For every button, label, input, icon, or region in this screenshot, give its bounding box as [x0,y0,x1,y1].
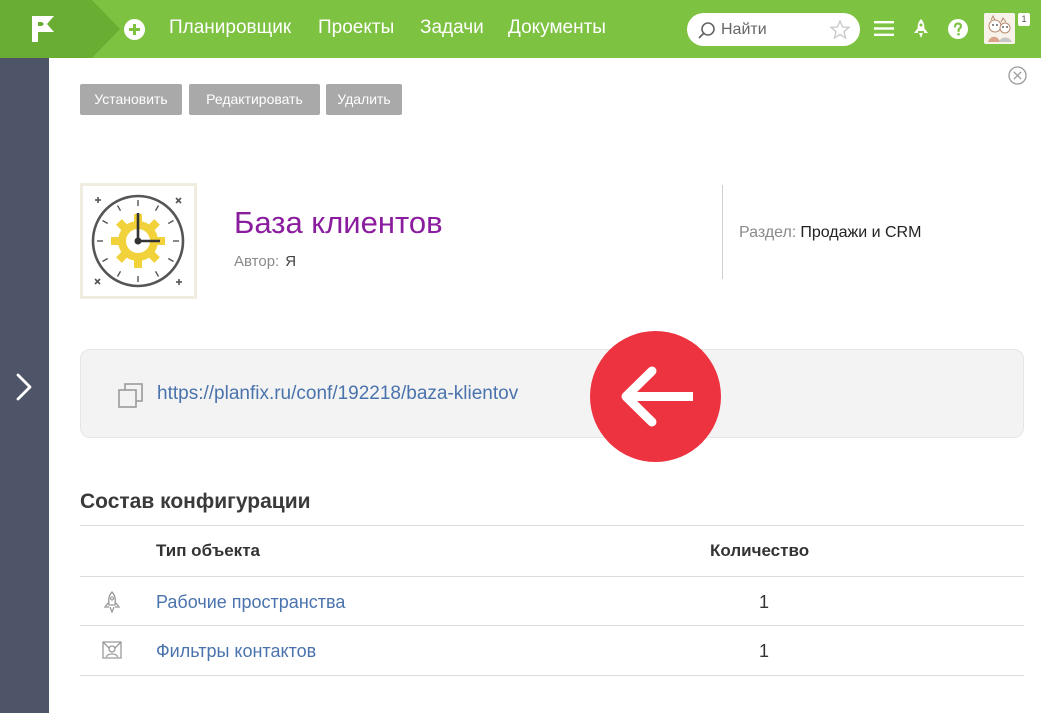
column-header-count: Количество [710,541,810,560]
author-value: Я [285,253,297,270]
row-name-link[interactable]: Фильтры контактов [156,641,316,662]
notification-badge: 1 [1018,13,1030,26]
nav-item-projects[interactable]: Проекты [318,17,394,39]
close-icon[interactable] [1008,66,1027,85]
nav-item-tasks[interactable]: Задачи [420,17,484,39]
divider [80,675,1024,676]
divider [80,525,1024,526]
author-info: Автор: Я [234,253,296,270]
author-label: Автор: [234,253,280,270]
star-icon[interactable] [830,20,850,39]
section-value: Продажи и CRM [800,224,922,241]
avatar-image-icon [984,13,1015,44]
config-url-link[interactable]: https://planfix.ru/conf/192218/baza-klie… [157,383,518,405]
chevron-right-icon[interactable] [14,373,34,401]
search-input[interactable] [721,19,821,40]
logo[interactable] [0,0,120,58]
column-header-type: Тип объекта [156,541,260,560]
divider [80,625,1024,626]
divider [722,185,723,279]
row-count: 1 [758,592,769,612]
contact-filter-icon [102,641,122,659]
edit-button[interactable]: Редактировать [189,84,320,115]
copy-icon[interactable] [116,382,144,410]
arrow-pointer [590,331,721,462]
search-box [687,13,860,46]
divider [80,576,1024,577]
section-info: Раздел: Продажи и CRM [739,224,921,242]
arrow-left-icon [621,366,693,427]
planfix-flag-icon [32,16,54,42]
search-icon [698,22,715,39]
rocket-icon[interactable] [912,18,930,40]
config-title: База клиентов [234,205,443,240]
nav-item-documents[interactable]: Документы [508,17,606,39]
menu-icon[interactable] [874,20,894,37]
row-count: 1 [758,641,769,661]
section-label: Раздел: [739,224,797,241]
composition-title: Состав конфигурации [80,490,311,513]
avatar[interactable] [984,13,1015,44]
delete-button[interactable]: Удалить [326,84,402,115]
top-navigation-bar: Планировщик Проекты Задачи Документы Най… [0,0,1041,58]
create-new-button[interactable] [124,19,145,40]
clock-gear-icon [91,194,185,288]
help-icon[interactable] [948,19,968,39]
nav-item-planner[interactable]: Планировщик [169,17,291,39]
install-button[interactable]: Установить [80,84,182,115]
left-sidebar [0,58,49,713]
rocket-icon [103,591,121,614]
config-thumbnail [80,183,197,299]
row-name-link[interactable]: Рабочие пространства [156,592,345,613]
